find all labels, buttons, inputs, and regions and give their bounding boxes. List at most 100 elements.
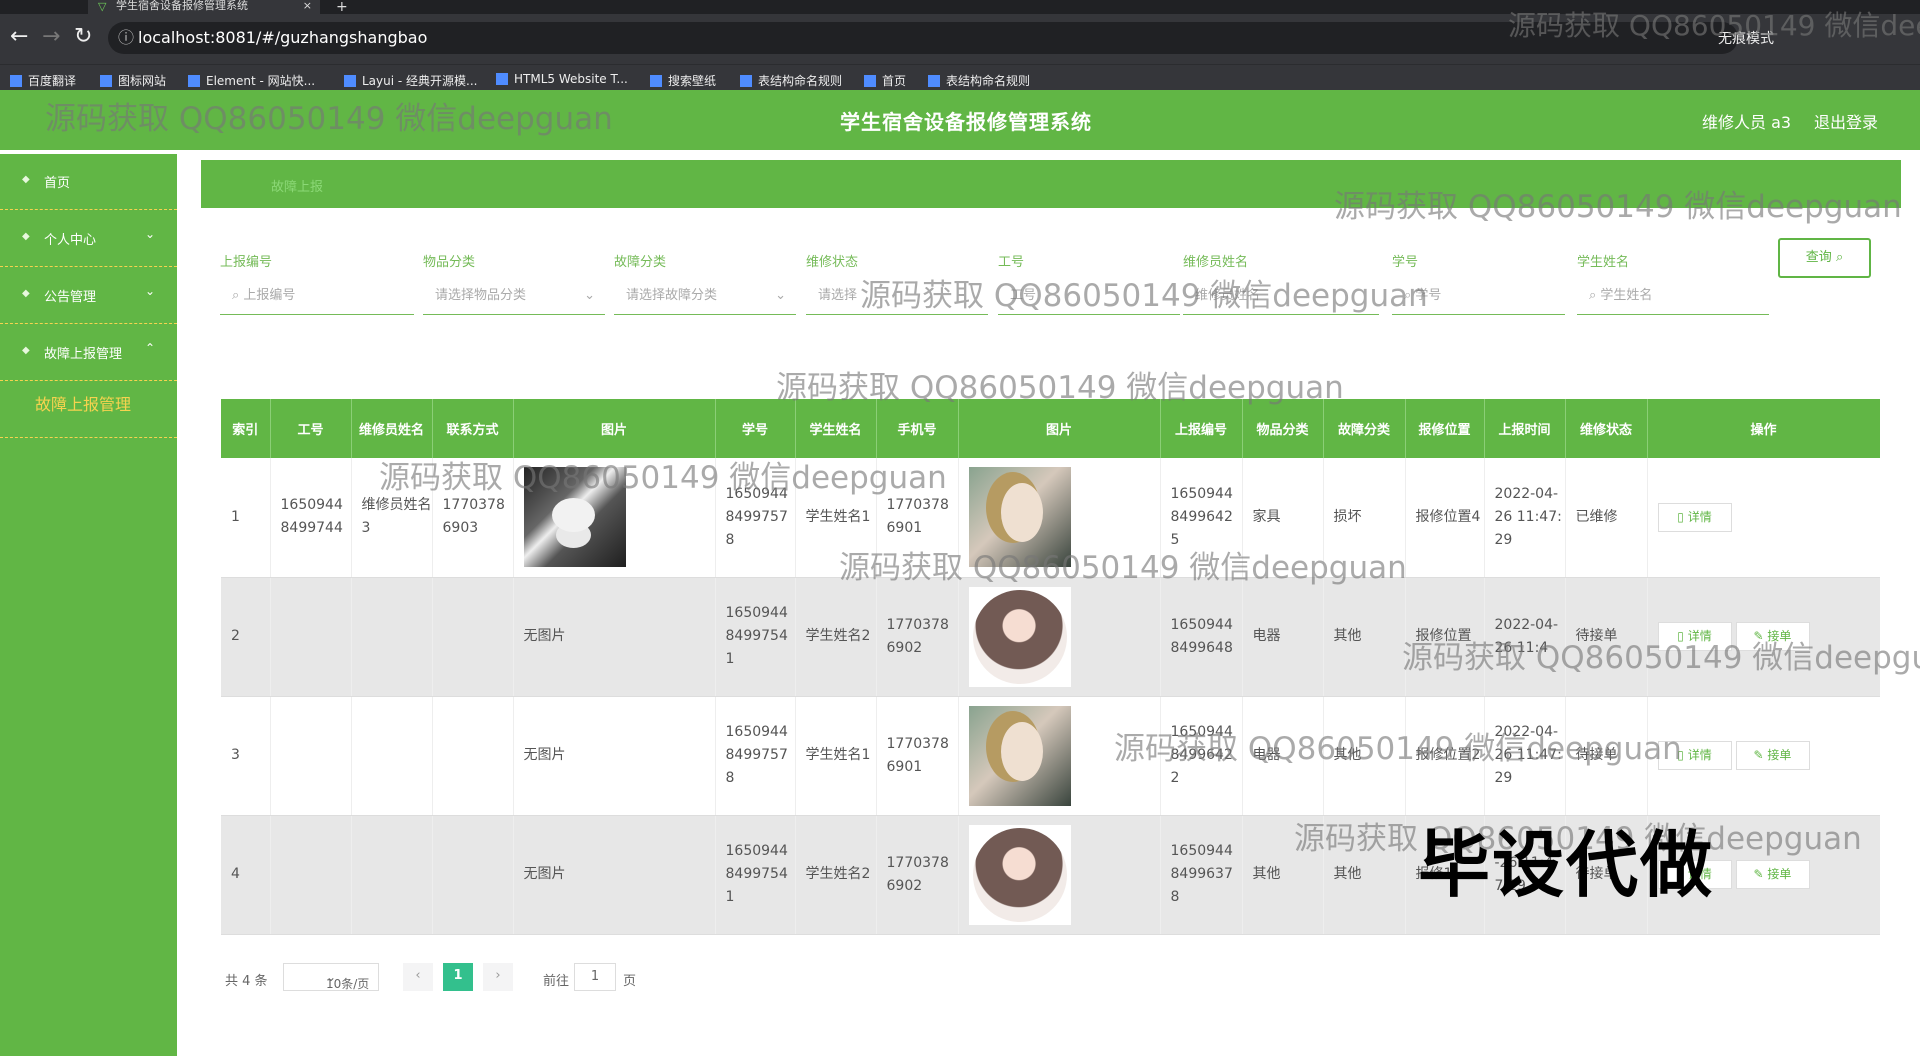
report-icon: ◆	[22, 345, 30, 356]
table-header: 图片	[513, 399, 716, 458]
detail-button[interactable]: ▯ 详情	[1657, 741, 1732, 770]
item-category-select[interactable]: 请选择物品分类 ⌄	[423, 280, 605, 315]
bookmark-icon	[650, 75, 662, 87]
cell: 报修位置	[1405, 577, 1485, 697]
sidebar-item-home[interactable]: ◆ 首页	[0, 154, 177, 210]
sidebar-subitem-label[interactable]: 故障上报管理	[35, 391, 131, 415]
job-number-input[interactable]: 工号	[998, 280, 1180, 315]
cat-photo[interactable]	[523, 467, 626, 568]
cell: 16509448499744	[270, 458, 352, 578]
repair-name-label: 维修员姓名	[1183, 255, 1249, 270]
forward-icon[interactable]: →	[42, 25, 60, 49]
sidebar-item-fault-report[interactable]: ◆ 故障上报管理 ⌃	[0, 325, 177, 381]
student-name-input[interactable]: ⌕ 学生姓名	[1577, 280, 1769, 315]
cell	[432, 577, 514, 697]
cell: 16509448499754 1	[715, 577, 796, 697]
chevron-up-icon: ⌃	[145, 341, 156, 355]
bookmark-icon	[740, 75, 752, 87]
breadcrumb: 故障上报	[271, 180, 324, 195]
table-header: 维修员姓名	[351, 399, 433, 458]
bookmark-item[interactable]: 首页	[864, 72, 906, 89]
actions-cell: ▯ 详情 ✎ 接单	[1647, 577, 1880, 697]
repair-status-select[interactable]: 请选择	[806, 280, 988, 315]
vue-icon: ▽	[98, 0, 107, 13]
cell	[270, 696, 352, 816]
cell: 无图片	[513, 815, 716, 935]
avatar-cell	[958, 815, 1161, 935]
prev-page-button[interactable]: ‹	[403, 963, 433, 991]
bookmark-icon	[188, 75, 200, 87]
table-header: 物品分类	[1242, 399, 1324, 458]
cell: 16509448499757 8	[715, 696, 796, 816]
notice-icon: ◆	[22, 288, 30, 299]
table-header: 工号	[270, 399, 352, 458]
next-page-button[interactable]: ›	[483, 963, 513, 991]
item-category-label: 物品分类	[423, 255, 476, 270]
url-input[interactable]: ⓘ localhost:8081/#/guzhangshangbao	[108, 22, 1738, 54]
watermark-big-text: 毕设代做	[1418, 823, 1715, 907]
page-number-button[interactable]: 1	[443, 963, 473, 991]
student-avatar[interactable]	[968, 705, 1071, 806]
bookmark-item[interactable]: 表结构命名规则	[928, 72, 1030, 89]
detail-button[interactable]: ▯ 详情	[1657, 502, 1732, 532]
repair-name-input[interactable]: 维修员姓名	[1183, 280, 1379, 315]
bookmark-item[interactable]: 图标网站	[100, 72, 166, 89]
cell: 17703786902	[876, 815, 959, 935]
table-header: 手机号	[876, 399, 959, 458]
logout-button[interactable]: 退出登录	[1814, 109, 1878, 133]
bookmark-item[interactable]: 表结构命名规则	[740, 72, 842, 89]
cell: 16509448499642 5	[1160, 458, 1243, 578]
student-avatar[interactable]	[968, 467, 1071, 568]
cell: 学生姓名1	[795, 458, 877, 578]
chevron-down-icon: ⌄	[145, 227, 156, 241]
accept-button[interactable]: ✎ 接单	[1735, 741, 1810, 770]
bookmark-item[interactable]: Element - 网站快...	[188, 72, 315, 89]
cell: 电器	[1242, 577, 1324, 697]
table-header: 学生姓名	[795, 399, 877, 458]
search-icon: ⌕	[232, 288, 244, 303]
cell	[270, 577, 352, 697]
sidebar-item-notice[interactable]: ◆ 公告管理 ⌄	[0, 268, 177, 324]
bookmark-item[interactable]: Layui - 经典开源模...	[344, 72, 477, 89]
student-avatar[interactable]	[968, 586, 1071, 687]
query-button[interactable]: 查询 ⌕	[1778, 238, 1871, 278]
bookmark-icon	[10, 75, 22, 87]
cell: 17703786901	[876, 458, 959, 578]
cell	[270, 815, 352, 935]
detail-button[interactable]: ▯ 详情	[1657, 622, 1732, 651]
cell: 其他	[1242, 815, 1324, 935]
report-number-input[interactable]: ⌕ 上报编号	[220, 280, 414, 315]
cell: 1	[221, 458, 271, 578]
cell: 17703786902	[876, 577, 959, 697]
new-tab-icon[interactable]: +	[336, 0, 348, 15]
info-icon: ⓘ	[118, 28, 135, 47]
goto-page-input[interactable]: 1	[574, 963, 616, 991]
user-icon: ◆	[22, 231, 30, 242]
fault-category-label: 故障分类	[614, 255, 667, 270]
repair-status-label: 维修状态	[806, 255, 859, 270]
student-name-label: 学生姓名	[1577, 255, 1630, 270]
accept-button[interactable]: ✎ 接单	[1735, 860, 1810, 889]
accept-button[interactable]: ✎ 接单	[1735, 622, 1810, 651]
page-size-select[interactable]: 10条/页 ⌄	[283, 963, 379, 991]
table-header: 维修状态	[1565, 399, 1648, 458]
browser-tab[interactable]: ▽ 学生宿舍设备报修管理系统 ×	[88, 0, 320, 14]
close-icon[interactable]: ×	[303, 0, 312, 12]
back-icon[interactable]: ←	[10, 25, 28, 49]
student-avatar[interactable]	[968, 824, 1071, 925]
bookmark-item[interactable]: HTML5 Website T...	[496, 72, 628, 86]
cell: 4	[221, 815, 271, 935]
fault-category-select[interactable]: 请选择故障分类 ⌄	[614, 280, 796, 315]
actions-cell: ▯ 详情	[1647, 458, 1880, 578]
sidebar-item-profile[interactable]: ◆ 个人中心 ⌄	[0, 211, 177, 267]
reload-icon[interactable]: ↻	[74, 25, 92, 49]
cell	[432, 696, 514, 816]
cell: 3	[221, 696, 271, 816]
cell	[351, 696, 433, 816]
cell: 17703786901	[876, 696, 959, 816]
search-icon: ⌕	[1835, 250, 1844, 265]
bookmark-item[interactable]: 百度翻译	[10, 72, 76, 89]
student-number-input[interactable]: ⌕ 学号	[1392, 280, 1565, 315]
table-row: 1 16509448499744 维修员姓名3 17703786903 16509448…	[221, 458, 1880, 578]
bookmark-item[interactable]: 搜索壁纸	[650, 72, 716, 89]
